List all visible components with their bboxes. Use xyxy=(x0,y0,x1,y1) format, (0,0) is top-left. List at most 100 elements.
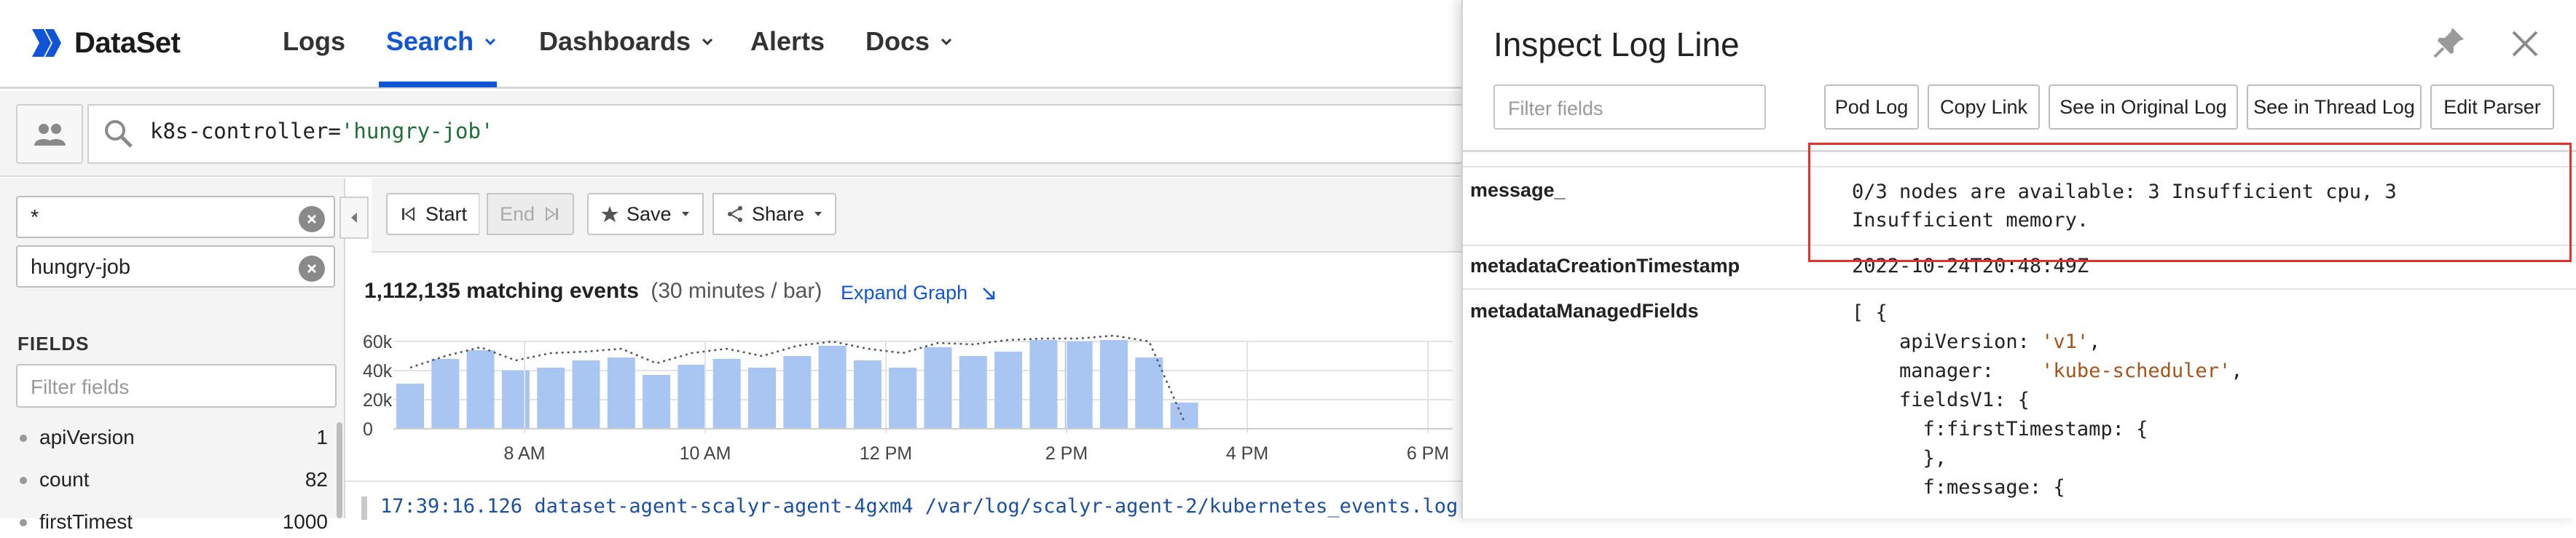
inspect-filter-input[interactable]: Filter fields xyxy=(1493,84,1766,130)
search-query-input[interactable]: k8s-controller='hungry-job' xyxy=(87,104,1464,164)
log-line[interactable]: 17:39:16.126 dataset-agent-scalyr-agent-… xyxy=(380,495,1482,518)
pin-icon[interactable] xyxy=(2432,25,2467,60)
nav-alerts[interactable]: Alerts xyxy=(750,26,825,57)
nav-search-label: Search xyxy=(386,26,474,56)
histogram-bar xyxy=(853,360,881,429)
chevron-down-icon xyxy=(941,38,952,46)
see-in-original-log-button[interactable]: See in Original Log xyxy=(2049,84,2238,130)
field-item[interactable]: apiVersion 1 xyxy=(16,424,328,454)
field-name: count xyxy=(39,468,90,491)
managed-fields-json: { apiVersion: 'v1', manager: 'kube-sched… xyxy=(1852,298,2243,502)
close-icon[interactable] xyxy=(2509,28,2541,60)
histogram-bar xyxy=(924,347,952,429)
edit-parser-button[interactable]: Edit Parser xyxy=(2430,84,2554,130)
people-icon xyxy=(34,124,66,146)
save-label: Save xyxy=(627,202,672,225)
x-tick-label: 2 PM xyxy=(1045,443,1088,464)
histogram-bar xyxy=(678,365,706,429)
histogram-bar xyxy=(818,346,847,429)
expand-graph-link[interactable]: Expand Graph xyxy=(841,282,997,304)
start-label: Start xyxy=(425,202,468,225)
sidebar-scrollbar[interactable] xyxy=(337,422,342,518)
chevron-down-icon xyxy=(702,38,713,46)
bucket-size: (30 minutes / bar) xyxy=(651,279,822,303)
histogram-bar xyxy=(889,368,917,429)
json-line: f:message: { xyxy=(1852,476,2065,499)
fields-filter-input[interactable]: Filter fields xyxy=(16,364,337,408)
query-text: k8s-controller='hungry-job' xyxy=(150,119,493,143)
field-dot xyxy=(20,435,27,442)
histogram-bar xyxy=(1100,340,1128,429)
chevron-down-icon xyxy=(485,38,496,46)
field-item[interactable]: firstTimest 1000 xyxy=(16,509,328,538)
histogram-bar xyxy=(537,368,565,429)
histogram-bar xyxy=(748,368,776,429)
events-histogram[interactable]: 60k 40k 20k 0 8 AM 10 AM 12 PM 2 PM 4 PM 6 PM xyxy=(345,325,1461,480)
dataset-logo-icon xyxy=(32,29,61,57)
collapse-sidebar-button[interactable] xyxy=(339,197,369,239)
share-icon xyxy=(728,206,742,222)
nav-logs[interactable]: Logs xyxy=(283,26,345,57)
end-button[interactable]: End xyxy=(487,193,575,235)
app-name: DataSet xyxy=(74,26,181,59)
log-row-marker xyxy=(361,497,367,520)
filter-input-1[interactable]: * xyxy=(16,196,335,238)
nav-search[interactable]: Search xyxy=(386,26,497,57)
nav-dashboards[interactable]: Dashboards xyxy=(539,26,714,57)
field-dot xyxy=(20,477,27,484)
json-line: fieldsV1: { xyxy=(1852,389,2030,411)
team-selector-button[interactable] xyxy=(16,104,83,164)
y-tick-label: 40k xyxy=(363,361,393,381)
end-label: End xyxy=(500,202,535,225)
histogram-bar xyxy=(994,352,1023,429)
json-line: }, xyxy=(1852,447,1947,470)
filter-value: hungry-job xyxy=(31,256,131,279)
clear-icon[interactable] xyxy=(299,256,325,282)
json-line: manager: 'kube-scheduler', xyxy=(1852,360,2243,382)
histogram-bar xyxy=(466,350,495,429)
row-divider xyxy=(1463,288,2576,290)
histogram-bar xyxy=(783,356,812,429)
nav-docs-label: Docs xyxy=(865,26,930,56)
caret-down-icon xyxy=(681,212,689,216)
expand-graph-label: Expand Graph xyxy=(841,282,968,304)
json-line: apiVersion: 'v1', xyxy=(1852,331,2101,353)
histogram-bar xyxy=(431,359,460,429)
field-item[interactable]: count 82 xyxy=(16,467,328,496)
field-name: firstTimest xyxy=(39,510,133,533)
skip-end-icon xyxy=(546,207,559,221)
star-icon xyxy=(601,206,619,222)
query-key: k8s-controller= xyxy=(150,119,341,143)
y-tick-label: 20k xyxy=(363,390,393,411)
start-button[interactable]: Start xyxy=(386,193,480,235)
nav-alerts-label: Alerts xyxy=(750,26,825,56)
field-dot xyxy=(20,519,27,526)
see-in-thread-log-button[interactable]: See in Thread Log xyxy=(2247,84,2422,130)
nav-dashboards-label: Dashboards xyxy=(539,26,691,56)
dataset-logo[interactable]: DataSet xyxy=(29,25,181,61)
query-value: 'hungry-job' xyxy=(340,119,494,143)
share-button[interactable]: Share xyxy=(712,193,837,235)
save-button[interactable]: Save xyxy=(587,193,704,235)
highlight-box xyxy=(1808,143,2572,262)
copy-link-button[interactable]: Copy Link xyxy=(1928,84,2040,130)
search-icon xyxy=(105,120,133,148)
results-graph-area: 1,112,135 matching events (30 minutes / … xyxy=(345,253,1461,480)
pod-log-button[interactable]: Pod Log xyxy=(1824,84,1919,130)
matching-events-summary: 1,112,135 matching events (30 minutes / … xyxy=(364,279,822,304)
x-tick-label: 6 PM xyxy=(1407,443,1449,464)
filter-input-2[interactable]: hungry-job xyxy=(16,245,335,288)
field-key: metadataCreationTimestamp xyxy=(1470,255,1740,277)
y-tick-label: 60k xyxy=(363,332,393,352)
field-name: apiVersion xyxy=(39,426,135,448)
histogram-bar xyxy=(643,375,671,429)
json-line: { xyxy=(1852,301,1888,324)
field-key: message_ xyxy=(1470,179,1566,201)
histogram-bar xyxy=(1170,403,1198,429)
panel-title: Inspect Log Line xyxy=(1493,25,1740,63)
results-toolbar: Start End Save Share xyxy=(372,178,1464,253)
clear-icon[interactable] xyxy=(299,206,325,232)
log-list: 17:39:16.126 dataset-agent-scalyr-agent-… xyxy=(345,480,1482,520)
histogram-bar xyxy=(712,359,741,429)
nav-docs[interactable]: Docs xyxy=(865,26,953,57)
